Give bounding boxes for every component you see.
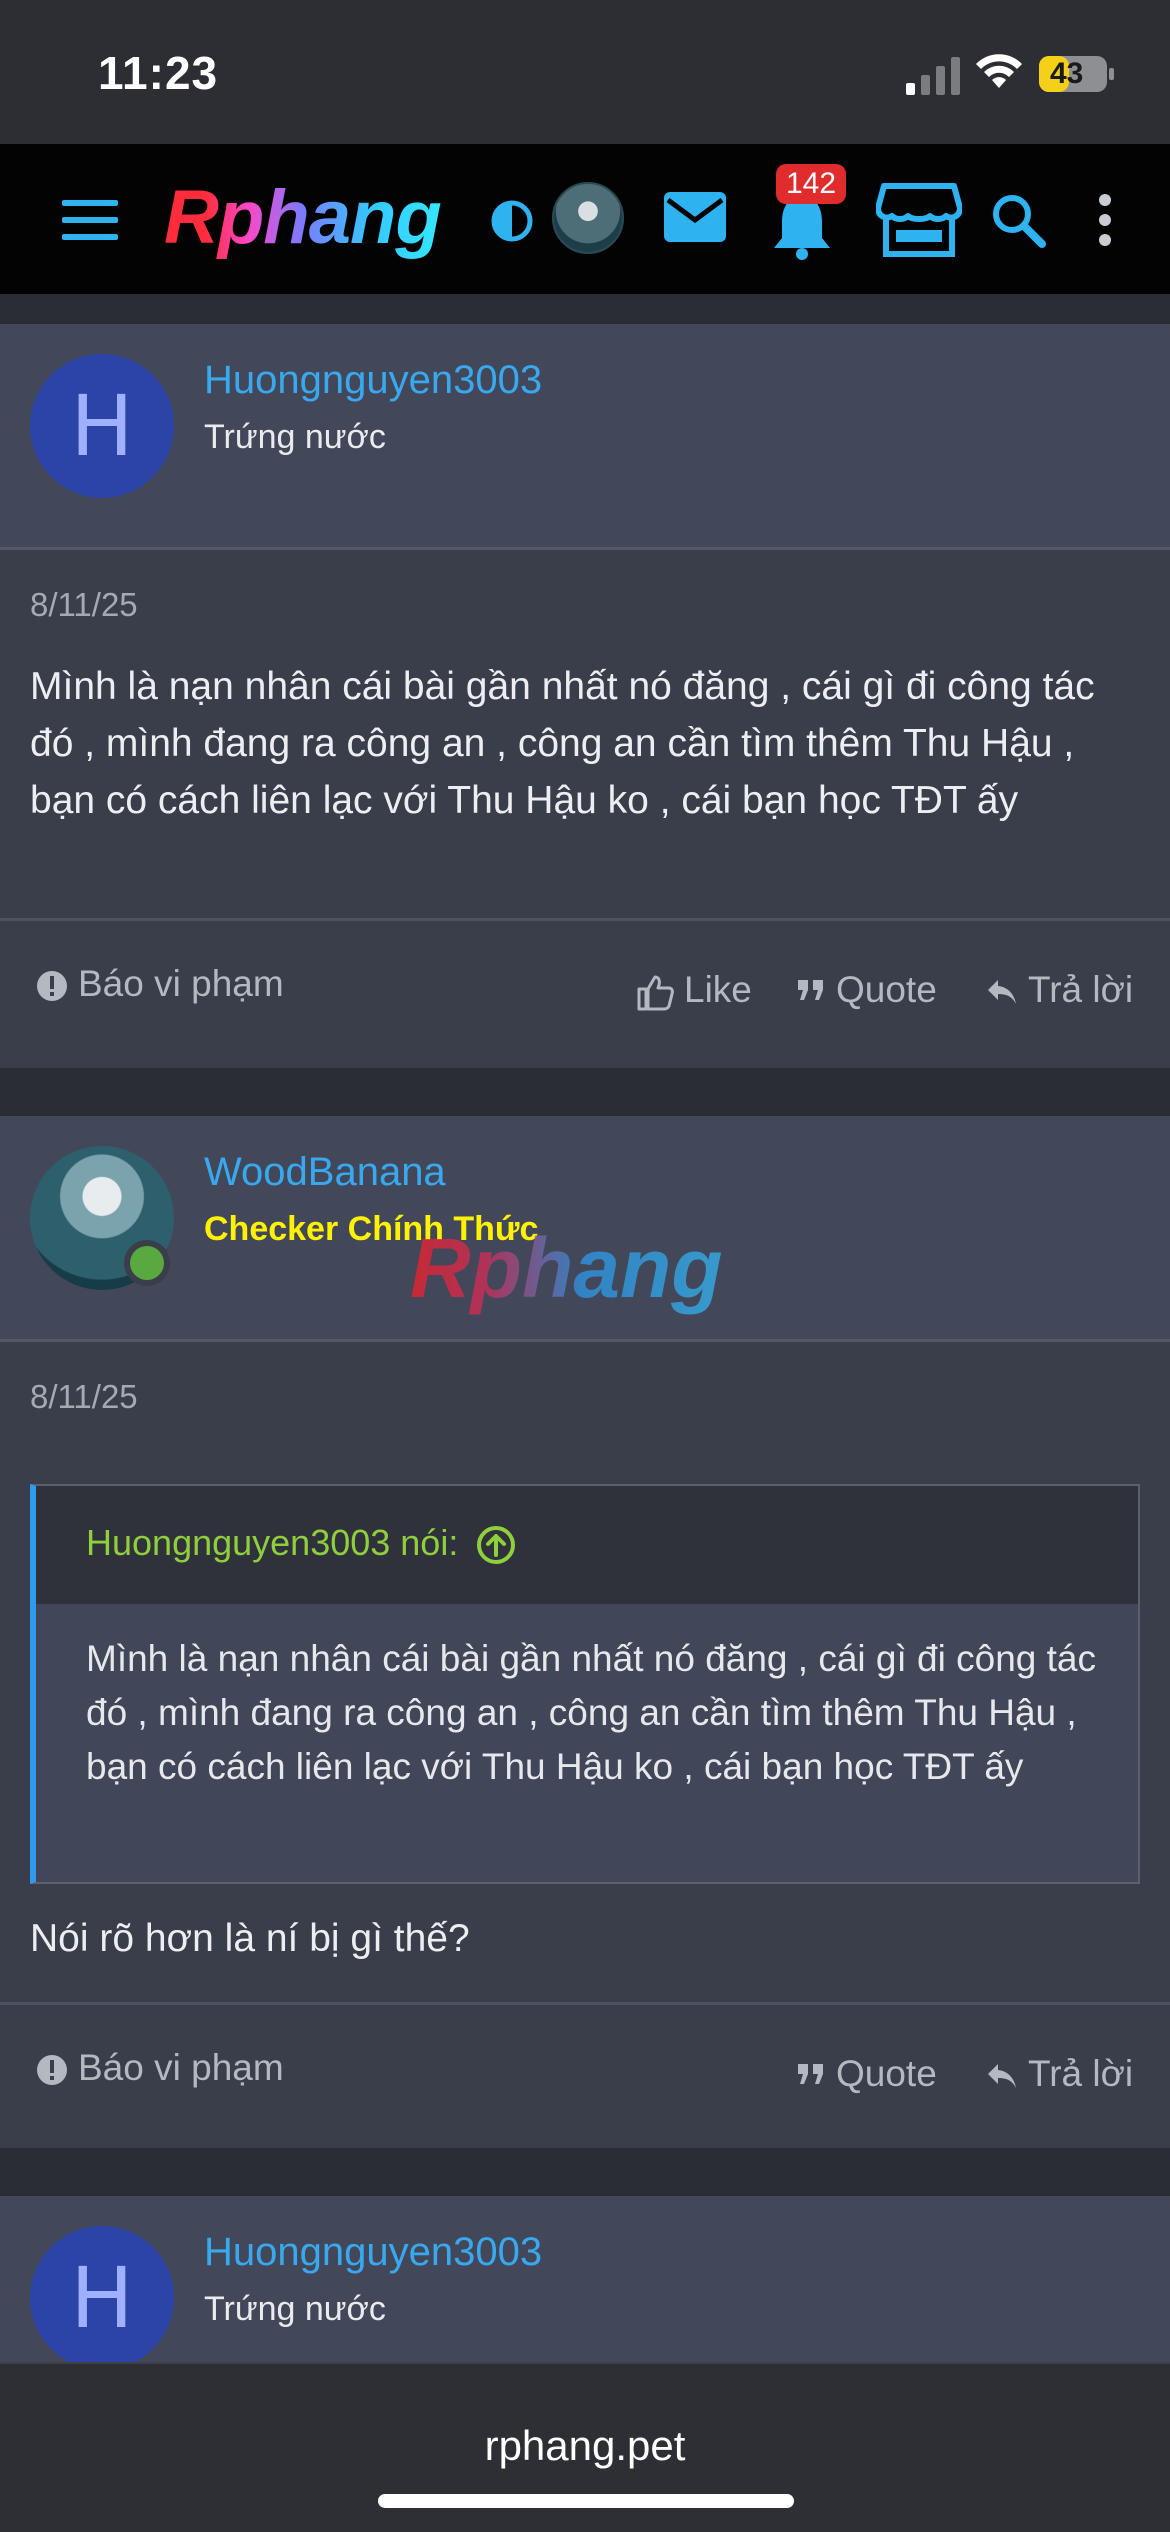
report-button[interactable]: Báo vi phạm: [36, 963, 284, 1005]
post-body: Nói rõ hơn là ní bị gì thế?: [30, 1917, 470, 1960]
search-icon[interactable]: [990, 192, 1046, 248]
cellular-signal-icon: [906, 57, 960, 95]
online-status-indicator: [124, 1240, 170, 1286]
hamburger-menu-icon[interactable]: [62, 200, 118, 240]
report-label: Báo vi phạm: [78, 963, 284, 1004]
avatar[interactable]: H: [30, 2226, 174, 2370]
quote-block: Huongnguyen3003 nói: Mình là nạn nhân cá…: [30, 1484, 1140, 1884]
reply-arrow-icon: [988, 980, 1016, 1005]
post-header: H Huongnguyen3003 Trứng nước: [0, 2196, 1170, 2370]
alert-icon: [37, 2055, 67, 2086]
reply-label: Trả lời: [1028, 969, 1134, 1010]
wifi-icon: [976, 54, 1022, 88]
reply-button[interactable]: Trả lời: [986, 969, 1133, 1011]
quote-body: Mình là nạn nhân cái bài gần nhất nó đăn…: [86, 1638, 1097, 1787]
post-date[interactable]: 8/11/25: [30, 1378, 138, 1416]
avatar[interactable]: H: [30, 354, 174, 498]
top-nav: Rphang 142: [0, 144, 1170, 294]
user-avatar[interactable]: [552, 182, 624, 254]
reply-arrow-icon: [988, 2064, 1016, 2089]
quote-author-label: Huongnguyen3003 nói:: [86, 1522, 459, 1563]
browser-url-bar[interactable]: rphang.pet: [0, 2362, 1170, 2532]
post-actions: Báo vi phạm Quote Trả lời: [0, 2002, 1170, 2152]
more-options-icon[interactable]: [1098, 194, 1112, 246]
like-button[interactable]: Like: [636, 969, 752, 1011]
quote-button[interactable]: Quote: [796, 2053, 937, 2095]
post-date[interactable]: 8/11/25: [30, 586, 138, 624]
theme-toggle-icon[interactable]: [490, 199, 534, 243]
site-logo[interactable]: Rphang: [164, 174, 442, 261]
user-title: Trứng nước: [204, 2290, 386, 2328]
status-time: 11:23: [98, 47, 219, 99]
spacer: [0, 2148, 1170, 2196]
quote-icon: [798, 980, 823, 1001]
alert-icon: [37, 971, 67, 1002]
battery-level: 43: [1050, 57, 1084, 90]
report-label: Báo vi phạm: [78, 2047, 284, 2088]
thumbs-up-icon: [637, 975, 674, 1011]
post-author-link[interactable]: Huongnguyen3003: [204, 358, 542, 403]
quote-author[interactable]: Huongnguyen3003 nói:: [86, 1522, 516, 1565]
post-author-link[interactable]: WoodBanana: [204, 1150, 446, 1195]
post-header: H Huongnguyen3003 Trứng nước: [0, 324, 1170, 550]
battery-icon: 43: [1038, 54, 1116, 94]
post-actions: Báo vi phạm Like Quote Trả lời: [0, 918, 1170, 1068]
like-label: Like: [684, 969, 752, 1010]
notification-count-badge: 142: [776, 164, 847, 204]
store-icon[interactable]: [876, 182, 962, 258]
jump-to-quote-icon[interactable]: [476, 1525, 516, 1565]
post: H Huongnguyen3003 Trứng nước: [0, 2196, 1170, 2370]
spacer: [0, 294, 1170, 324]
post: H Huongnguyen3003 Trứng nước 8/11/25 Mìn…: [0, 324, 1170, 1068]
status-bar: 11:23 43: [0, 0, 1170, 144]
quote-header[interactable]: Huongnguyen3003 nói:: [36, 1486, 1138, 1604]
quote-label: Quote: [836, 969, 937, 1010]
site-watermark: Rphang: [410, 1221, 723, 1315]
quote-label: Quote: [836, 2053, 937, 2094]
quote-button[interactable]: Quote: [796, 969, 937, 1011]
mail-icon[interactable]: [664, 192, 726, 242]
post-author-link[interactable]: Huongnguyen3003: [204, 2230, 542, 2275]
spacer: [0, 1068, 1170, 1116]
url-text[interactable]: rphang.pet: [0, 2422, 1170, 2470]
home-indicator[interactable]: [378, 2494, 794, 2508]
user-title: Trứng nước: [204, 418, 386, 456]
quote-icon: [798, 2064, 823, 2085]
reply-button[interactable]: Trả lời: [986, 2053, 1133, 2095]
report-button[interactable]: Báo vi phạm: [36, 2047, 284, 2089]
reply-label: Trả lời: [1028, 2053, 1134, 2094]
post-body: Mình là nạn nhân cái bài gần nhất nó đăn…: [30, 665, 1095, 822]
